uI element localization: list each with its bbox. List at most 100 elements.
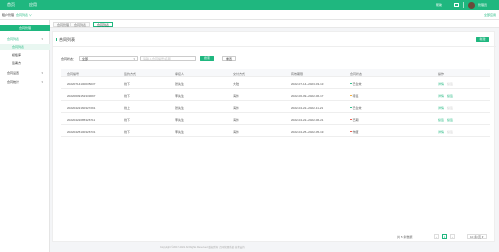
sidebar-item-contract-list[interactable]: 合同列表	[0, 44, 50, 50]
status-filter-value: 全部	[82, 57, 89, 61]
column-header: 合同状态	[350, 71, 363, 76]
table-cell: 张先生	[175, 105, 185, 110]
status-badge: 已期	[350, 118, 359, 122]
sidebar-group-contract-stats[interactable]: 合同统计 ▾	[0, 79, 50, 85]
reset-button[interactable]: 重置	[222, 56, 236, 61]
table-cell: 海外	[233, 105, 240, 110]
row-actions: 详情 续签	[438, 130, 456, 134]
action-link[interactable]: 续签	[438, 118, 444, 122]
pager-next-button[interactable]: ›	[450, 234, 455, 239]
action-link[interactable]: 详情	[438, 130, 444, 134]
status-text: 已生效	[352, 105, 362, 110]
search-button[interactable]: 搜索	[200, 56, 214, 61]
table-cell: 2022-07-14~2023-03-13	[291, 81, 324, 86]
user-name[interactable]: 管理员	[478, 3, 487, 7]
table-cell: 海外	[233, 129, 240, 134]
table-cell: 李先生	[175, 129, 185, 134]
breadcrumb: 合同管理 合同列表 合同列表	[50, 20, 499, 28]
row-actions: 详情 续签	[438, 106, 456, 110]
table-cell: 2022-06-09~2022-06-17	[291, 93, 324, 98]
status-badge: 待签	[350, 94, 359, 98]
column-header: 承接人	[175, 71, 185, 76]
status-badge: 已生效	[350, 82, 362, 86]
avatar[interactable]	[468, 1, 475, 9]
table-cell: 20220714100035037	[67, 81, 96, 86]
sidebar-item-contract-management[interactable]: 合同管理	[0, 25, 50, 31]
status-filter-select[interactable]: 全部 ▾	[79, 56, 138, 61]
sidebar: 合同管理 合同列表 ▾ 合同列表 模板库 签署方 合同设置 ▾ 合同统计 ▾	[0, 20, 50, 252]
table-cell: 线下	[124, 117, 131, 122]
all-apps-link[interactable]: 全部应用	[484, 13, 496, 17]
tab-contract-list[interactable]: 合同列表	[70, 21, 91, 27]
footer-copyright: Copyright ©2017-2021 All Rights Reserved…	[160, 246, 245, 249]
action-link[interactable]: 详情	[438, 94, 444, 98]
sidebar-item-signatories[interactable]: 签署方	[0, 60, 50, 66]
status-dot	[350, 118, 352, 121]
pager-total: 共 5 条数据	[397, 235, 413, 239]
table-cell: 海外	[233, 117, 240, 122]
nav-apps[interactable]: 应用	[29, 2, 37, 8]
table-cell: 线下	[124, 93, 131, 98]
action-link[interactable]: 详情	[438, 106, 444, 110]
contract-list-panel: 合同列表 新建 合同状态： 全部 ▾ 请输入合同编号/名称 搜索 重置 合同编号…	[52, 31, 496, 242]
table-row: 20220609152333097 线下 李先生 海外 2022-06-09~2022-…	[61, 89, 490, 101]
pager-prev-button[interactable]: ‹	[434, 234, 439, 239]
table-row: 20220425100326731 线下 李先生 海外 2022-04-25~2022-…	[61, 125, 490, 137]
action-link[interactable]: 续签	[447, 94, 453, 98]
status-badge: 作废	[350, 130, 359, 134]
table-cell: 20220425100326731	[67, 129, 96, 134]
table-cell: 20220422160327291	[67, 105, 96, 110]
status-badge: 已生效	[350, 106, 362, 110]
table-cell: 20220422085326711	[67, 117, 96, 122]
column-header: 有效期限	[291, 71, 304, 76]
table-row: 20220714100035037 线下 张先生 大陆 2022-07-14~2023-…	[61, 77, 490, 89]
sidebar-group-label: 合同统计	[7, 80, 20, 84]
search-input[interactable]: 请输入合同编号/名称	[140, 56, 196, 61]
top-navigation-bar: 首页 应用 帮助 管理员	[0, 0, 499, 10]
mail-icon[interactable]	[454, 3, 459, 7]
table-cell: 2022-04-22~2022-11-21	[291, 105, 324, 110]
page-title: 合同列表	[56, 37, 75, 42]
sidebar-item-template-library[interactable]: 模板库	[0, 52, 50, 58]
row-actions: 详情 续签	[438, 82, 456, 86]
table-cell: 线下	[124, 129, 131, 134]
column-header: 合同编号	[67, 71, 80, 76]
table-cell: 李先生	[175, 117, 185, 122]
chevron-down-icon: ▾	[41, 71, 43, 75]
table-row: 20220422085326711 线下 李先生 海外 2022-04-22~2022-…	[61, 113, 490, 125]
action-link[interactable]: 详情	[438, 82, 444, 86]
tab-contract-list-active[interactable]: 合同列表	[93, 21, 114, 27]
action-link: 续签	[447, 105, 454, 110]
system-bar: 租户管理 合同列表 ∨ 全部应用	[0, 10, 499, 20]
column-header: 交付方式	[233, 71, 246, 76]
system-select[interactable]: 合同列表 ∨	[16, 13, 32, 17]
sidebar-group-contract-settings[interactable]: 合同设置 ▾	[0, 70, 50, 76]
status-dot	[350, 106, 352, 109]
nav-home[interactable]: 首页	[7, 2, 15, 8]
table-cell: 张先生	[175, 81, 185, 86]
column-header: 操作	[438, 71, 445, 76]
action-link: 续签	[447, 81, 454, 86]
status-text: 待签	[352, 93, 359, 98]
action-link: 续签	[447, 129, 454, 134]
table-header: 合同编号 签约方式 承接人 交付方式 有效期限 合同状态 操作	[61, 69, 490, 77]
action-link[interactable]: 续签	[447, 118, 453, 122]
status-dot	[350, 94, 352, 97]
add-contract-button[interactable]: 新建	[476, 37, 489, 42]
status-text: 已生效	[352, 81, 362, 86]
table-cell: 海外	[233, 93, 240, 98]
help-link[interactable]: 帮助	[436, 3, 442, 7]
table-cell: 大陆	[233, 81, 240, 86]
pager-page-button[interactable]: 1	[442, 234, 447, 239]
page-size-select[interactable]: 10 条/页 ▾	[467, 234, 487, 239]
row-actions: 续签 续签	[438, 118, 456, 122]
table-cell: 20220609152333097	[67, 93, 96, 98]
table-cell: 李先生	[175, 93, 185, 98]
table-cell: 2022-04-25~2022-05-19	[291, 129, 324, 134]
row-actions: 详情 续签	[438, 94, 456, 98]
status-text: 已期	[352, 117, 359, 122]
sidebar-group-contract-list[interactable]: 合同列表 ▾	[0, 36, 50, 42]
sidebar-group-label: 合同列表	[7, 37, 20, 41]
column-header: 签约方式	[124, 71, 137, 76]
status-dot	[350, 130, 352, 133]
